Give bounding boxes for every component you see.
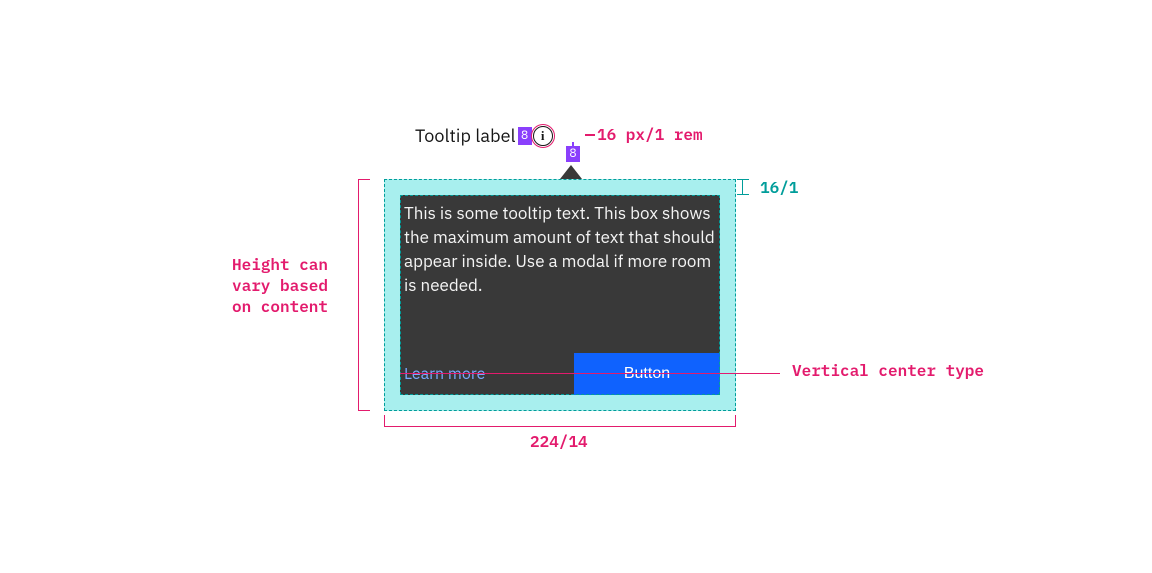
spacing-badge-horizontal: 8 — [518, 127, 532, 145]
vertical-center-annotation: Vertical center type — [792, 361, 984, 382]
width-annotation: 224/14 — [530, 432, 588, 452]
information-icon[interactable]: i — [533, 126, 553, 146]
tooltip-body: This is some tooltip text. This box show… — [400, 195, 720, 395]
tooltip-spec-diagram: Tooltip label 8 i 16 px/1 rem 8 This is … — [0, 0, 1152, 573]
learn-more-link[interactable]: Learn more — [400, 353, 574, 395]
height-annotation: Height can vary based on content — [232, 255, 352, 318]
primary-button[interactable]: Button — [574, 353, 720, 395]
vertical-center-guideline — [400, 373, 780, 374]
tooltip-trigger-label: Tooltip label — [415, 124, 516, 147]
tooltip-actions: Learn more Button — [400, 353, 720, 395]
width-measure-bracket — [384, 426, 736, 427]
tooltip-trigger: Tooltip label 8 i — [415, 124, 553, 147]
tooltip-text: This is some tooltip text. This box show… — [400, 195, 720, 298]
measure-line — [585, 134, 595, 136]
spacing-badge-vertical: 8 — [566, 146, 580, 162]
padding-annotation-top: 16/1 — [760, 178, 798, 198]
tooltip-caret — [560, 165, 582, 179]
tooltip-container: This is some tooltip text. This box show… — [384, 179, 736, 411]
icon-size-annotation: 16 px/1 rem — [597, 125, 703, 145]
height-measure-bracket — [358, 179, 359, 411]
padding-measure-top — [742, 179, 743, 195]
